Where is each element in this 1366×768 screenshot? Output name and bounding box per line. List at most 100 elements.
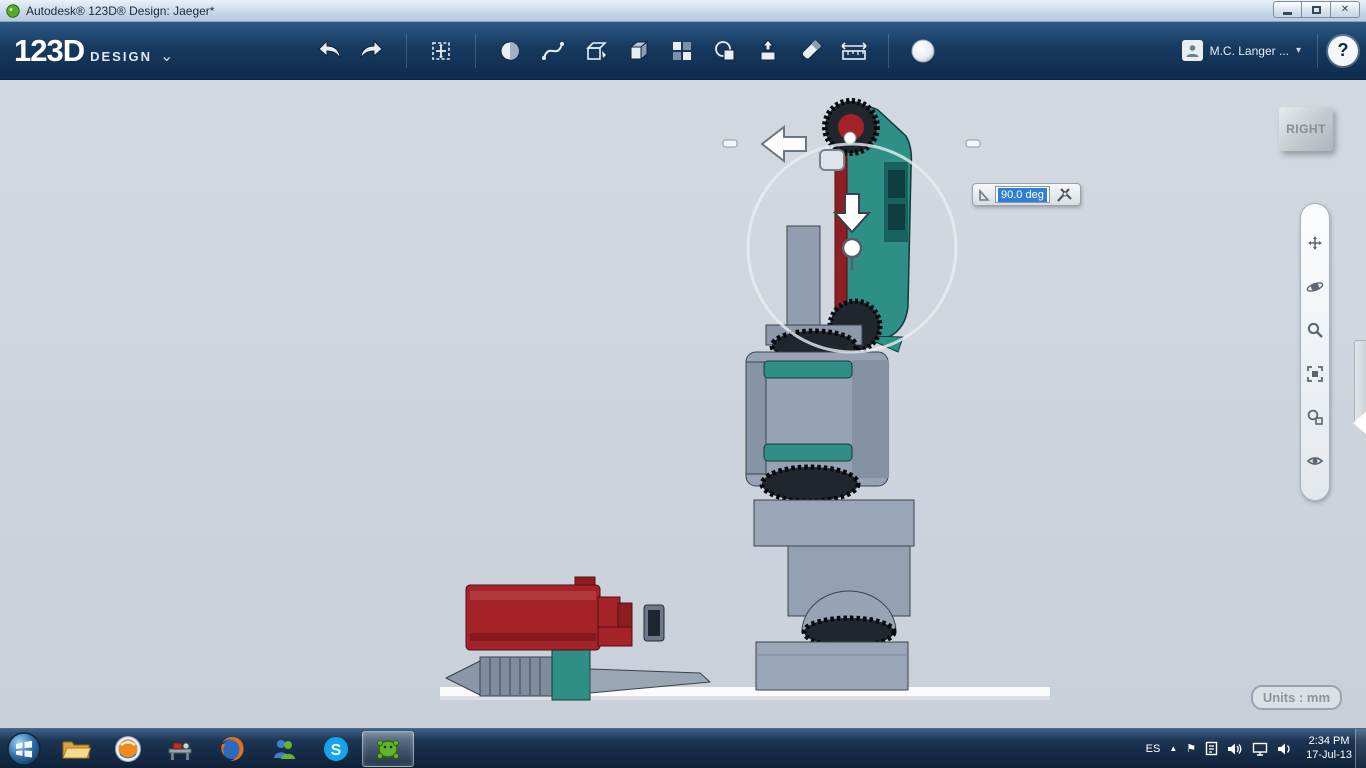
gizmo-center-hub[interactable] [841, 237, 863, 259]
account-name: M.C. Langer ... [1209, 43, 1289, 58]
pattern-icon [673, 41, 691, 60]
workbench-icon [168, 742, 192, 760]
minimize-button[interactable] [1273, 1, 1302, 18]
media-player-icon [115, 735, 141, 762]
angle-value: 90.0 deg [998, 187, 1047, 202]
close-icon: ✕ [1340, 4, 1350, 15]
messenger-people-icon [274, 739, 295, 759]
visibility-tool[interactable] [1305, 451, 1325, 471]
undo-button[interactable] [314, 36, 344, 66]
redo-icon [360, 39, 383, 60]
sketch-on-face-button[interactable] [581, 36, 611, 66]
undo-icon [318, 39, 341, 60]
angle-grip-icon [979, 188, 990, 201]
main-menu-chevron-icon[interactable]: ⌄ [160, 46, 173, 66]
user-avatar [1181, 40, 1203, 61]
folder-icon [62, 741, 91, 758]
sketch-spline-button[interactable] [538, 36, 568, 66]
pattern-button[interactable] [667, 36, 697, 66]
caliper-icon[interactable] [1055, 186, 1075, 204]
robot-arm-model[interactable] [745, 98, 915, 691]
panel-collapse-arrow[interactable] [1353, 412, 1366, 434]
taskbar-item-media-player[interactable] [102, 731, 154, 767]
units-badge[interactable]: Units : mm [1250, 685, 1342, 710]
pan-icon [1308, 236, 1322, 251]
primitive-sphere-button[interactable] [495, 36, 525, 66]
rotate-handle-left[interactable] [722, 139, 738, 148]
material-button[interactable] [796, 36, 826, 66]
toolbar-separator [406, 33, 407, 68]
fit-icon [1307, 365, 1323, 382]
gecko-icon [377, 739, 399, 759]
rotate-handle-right[interactable] [965, 139, 981, 148]
taskbar-item-skype[interactable]: S [310, 731, 362, 767]
show-desktop-button[interactable] [1355, 729, 1366, 768]
orbit-tool[interactable] [1305, 277, 1325, 297]
material-icon [801, 39, 821, 59]
ground-glow [440, 696, 1050, 700]
redo-button[interactable] [357, 36, 387, 66]
clipboard-icon[interactable] [1205, 741, 1218, 756]
blaster-model[interactable] [445, 576, 711, 701]
language-indicator[interactable]: ES [1146, 743, 1161, 755]
taskbar-item-design-tool[interactable] [154, 731, 206, 767]
fit-view-tool[interactable] [1305, 364, 1325, 384]
taskbar-item-explorer[interactable] [50, 731, 102, 767]
measure-button[interactable] [839, 36, 869, 66]
window-titlebar: Autodesk® 123D® Design: Jaeger* ✕ [0, 0, 1366, 22]
tray-expand-icon[interactable]: ▲ [1169, 744, 1177, 753]
main-toolbar [314, 33, 1182, 68]
person-icon [1186, 45, 1199, 57]
extrude-button[interactable] [753, 36, 783, 66]
3d-scene[interactable] [0, 80, 1366, 728]
help-button[interactable]: ? [1328, 35, 1358, 66]
account-area[interactable]: M.C. Langer ... ▾ [1181, 40, 1301, 61]
toolbar-separator [1317, 33, 1318, 68]
account-chevron-icon[interactable]: ▾ [1296, 45, 1301, 56]
action-center-flag-icon[interactable]: ⚑ [1186, 742, 1196, 755]
close-button[interactable]: ✕ [1331, 1, 1360, 18]
angle-input[interactable]: 90.0 deg [995, 186, 1050, 203]
app-header: 123D DESIGN ⌄ M.C. Langer ... ▾ ? [0, 22, 1366, 80]
skype-s-glyph: S [331, 742, 342, 759]
network-monitor-icon[interactable] [1252, 742, 1268, 756]
navigation-bar [1300, 203, 1330, 501]
sketch-on-face-icon [586, 41, 607, 60]
primitive-box-icon [629, 40, 649, 60]
gizmo-anchor-handle[interactable] [819, 149, 845, 171]
measure-icon [841, 41, 867, 60]
clock-date: 17-Jul-13 [1306, 748, 1352, 761]
taskbar-item-messenger[interactable] [258, 731, 310, 767]
view-cube[interactable]: RIGHT [1279, 107, 1333, 151]
magnifier-icon [1307, 323, 1323, 339]
primitive-box-button[interactable] [624, 36, 654, 66]
window-title: Autodesk® 123D® Design: Jaeger* [26, 3, 215, 18]
zoom-window-tool[interactable] [1305, 407, 1325, 427]
start-button[interactable] [6, 731, 42, 767]
logo-design: DESIGN [90, 48, 152, 64]
extrude-icon [760, 38, 776, 60]
speaker-icon[interactable] [1277, 742, 1293, 756]
taskbar-item-firefox[interactable] [206, 731, 258, 767]
volume-icon[interactable] [1227, 742, 1243, 756]
taskbar: S ES ▲ ⚑ 2:34 PM 17-Jul-13 [0, 728, 1366, 768]
zoom-tool[interactable] [1305, 320, 1325, 340]
transform-button[interactable] [426, 36, 456, 66]
clock-time: 2:34 PM [1308, 734, 1350, 747]
minimize-icon [1283, 11, 1292, 15]
maximize-button[interactable] [1302, 1, 1331, 18]
rotate-arrow-left[interactable] [760, 124, 807, 164]
window-controls: ✕ [1273, 1, 1360, 18]
viewport[interactable]: RIGHT 90.0 deg Units: mm [0, 80, 1366, 728]
primitive-sphere-icon [500, 41, 520, 60]
combine-button[interactable] [710, 36, 740, 66]
pan-tool[interactable] [1305, 233, 1325, 253]
app-logo: 123D DESIGN ⌄ [14, 33, 314, 69]
app-window-icon [6, 3, 20, 18]
render-style-button[interactable] [908, 36, 938, 66]
taskbar-item-123d-active[interactable] [362, 730, 414, 767]
toolbar-separator [888, 33, 889, 68]
rotation-input-popup[interactable]: 90.0 deg [972, 183, 1081, 206]
maximize-icon [1311, 5, 1321, 14]
taskbar-clock[interactable]: 2:34 PM 17-Jul-13 [1306, 735, 1352, 763]
